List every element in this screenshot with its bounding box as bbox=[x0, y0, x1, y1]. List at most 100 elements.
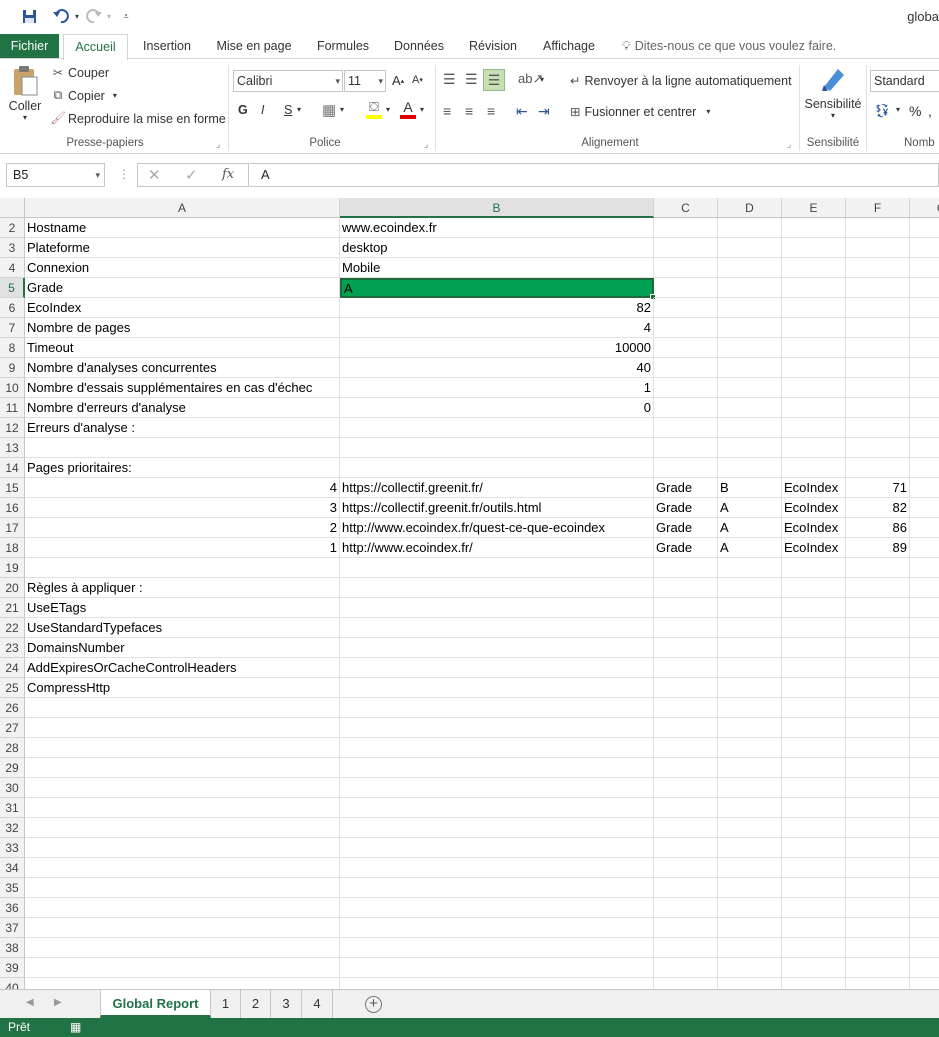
cell-f25[interactable] bbox=[846, 678, 910, 698]
row-header[interactable]: 29 bbox=[0, 758, 25, 778]
cell-e38[interactable] bbox=[782, 938, 846, 958]
cell-e5[interactable] bbox=[782, 278, 846, 298]
cell-e23[interactable] bbox=[782, 638, 846, 658]
cell-c18[interactable]: Grade bbox=[654, 538, 718, 558]
align-top-icon[interactable]: ☰ bbox=[443, 71, 456, 88]
cell-b11[interactable]: 0 bbox=[340, 398, 654, 418]
cell-g7[interactable] bbox=[910, 318, 939, 338]
row-header[interactable]: 39 bbox=[0, 958, 25, 978]
cell-g23[interactable] bbox=[910, 638, 939, 658]
cell-a12[interactable]: Erreurs d'analyse : bbox=[25, 418, 340, 438]
font-size-combo[interactable]: 11 ▾ bbox=[344, 70, 386, 92]
sheet-prev-icon[interactable]: ◀ bbox=[26, 997, 34, 1008]
cell-g10[interactable] bbox=[910, 378, 939, 398]
cell-c36[interactable] bbox=[654, 898, 718, 918]
cell-a25[interactable]: CompressHttp bbox=[25, 678, 340, 698]
cell-e22[interactable] bbox=[782, 618, 846, 638]
cell-f11[interactable] bbox=[846, 398, 910, 418]
cell-d36[interactable] bbox=[718, 898, 782, 918]
cell-a22[interactable]: UseStandardTypefaces bbox=[25, 618, 340, 638]
cell-g16[interactable] bbox=[910, 498, 939, 518]
cell-b33[interactable] bbox=[340, 838, 654, 858]
cell-b27[interactable] bbox=[340, 718, 654, 738]
tab-view[interactable]: Affichage bbox=[536, 34, 602, 59]
cell-a39[interactable] bbox=[25, 958, 340, 978]
cell-d18[interactable]: A bbox=[718, 538, 782, 558]
cell-b19[interactable] bbox=[340, 558, 654, 578]
cell-d6[interactable] bbox=[718, 298, 782, 318]
wrap-text-button[interactable]: ↵ Renvoyer à la ligne automatiquement bbox=[570, 73, 792, 89]
cell-f34[interactable] bbox=[846, 858, 910, 878]
underline-button[interactable]: S bbox=[284, 103, 292, 117]
undo-dropdown-icon[interactable]: ▾ bbox=[72, 5, 82, 27]
fill-color-button[interactable]: ⛋ bbox=[366, 99, 382, 119]
cell-a13[interactable] bbox=[25, 438, 340, 458]
row-header[interactable]: 20 bbox=[0, 578, 25, 598]
cell-e4[interactable] bbox=[782, 258, 846, 278]
format-painter-button[interactable]: 🖌︎ Reproduire la mise en forme bbox=[50, 111, 226, 126]
font-launcher-icon[interactable]: ⌟ bbox=[424, 139, 428, 150]
cell-b29[interactable] bbox=[340, 758, 654, 778]
row-header[interactable]: 30 bbox=[0, 778, 25, 798]
cell-c24[interactable] bbox=[654, 658, 718, 678]
column-header-b[interactable]: B bbox=[340, 198, 654, 218]
customize-qat-icon[interactable]: ⩡ bbox=[120, 5, 132, 27]
number-format-combo[interactable]: Standard bbox=[870, 70, 939, 92]
cell-b20[interactable] bbox=[340, 578, 654, 598]
cell-a2[interactable]: Hostname bbox=[25, 218, 340, 238]
cut-button[interactable]: ✂ Couper bbox=[50, 65, 109, 81]
cell-a20[interactable]: Règles à appliquer : bbox=[25, 578, 340, 598]
cell-a34[interactable] bbox=[25, 858, 340, 878]
save-icon[interactable] bbox=[18, 5, 40, 27]
cell-g14[interactable] bbox=[910, 458, 939, 478]
cell-g31[interactable] bbox=[910, 798, 939, 818]
cell-b32[interactable] bbox=[340, 818, 654, 838]
cell-c33[interactable] bbox=[654, 838, 718, 858]
fill-dropdown-icon[interactable]: ▾ bbox=[386, 105, 390, 114]
cell-e12[interactable] bbox=[782, 418, 846, 438]
row-header[interactable]: 22 bbox=[0, 618, 25, 638]
cell-e6[interactable] bbox=[782, 298, 846, 318]
currency-icon[interactable]: 💱︎ bbox=[874, 103, 891, 119]
cell-f18[interactable]: 89 bbox=[846, 538, 910, 558]
row-header[interactable]: 24 bbox=[0, 658, 25, 678]
row-header[interactable]: 2 bbox=[0, 218, 25, 238]
cell-b5[interactable]: A bbox=[340, 278, 656, 300]
cell-d33[interactable] bbox=[718, 838, 782, 858]
cell-f22[interactable] bbox=[846, 618, 910, 638]
cell-g29[interactable] bbox=[910, 758, 939, 778]
cell-e9[interactable] bbox=[782, 358, 846, 378]
cell-b10[interactable]: 1 bbox=[340, 378, 654, 398]
copy-button[interactable]: ⧉ Copier ▾ bbox=[50, 88, 117, 103]
cell-g22[interactable] bbox=[910, 618, 939, 638]
grow-font-icon[interactable]: A ▴ bbox=[392, 73, 404, 88]
cell-c13[interactable] bbox=[654, 438, 718, 458]
column-header-f[interactable]: F bbox=[846, 198, 910, 218]
column-header-d[interactable]: D bbox=[718, 198, 782, 218]
cell-a32[interactable] bbox=[25, 818, 340, 838]
row-header[interactable]: 36 bbox=[0, 898, 25, 918]
row-header[interactable]: 8 bbox=[0, 338, 25, 358]
row-header[interactable]: 33 bbox=[0, 838, 25, 858]
cell-a18[interactable]: 1 bbox=[25, 538, 340, 558]
tab-data[interactable]: Données bbox=[388, 34, 450, 59]
currency-dropdown-icon[interactable]: ▾ bbox=[896, 105, 900, 114]
cell-a31[interactable] bbox=[25, 798, 340, 818]
font-name-combo[interactable]: Calibri ▾ bbox=[233, 70, 343, 92]
cell-c7[interactable] bbox=[654, 318, 718, 338]
cell-c9[interactable] bbox=[654, 358, 718, 378]
cell-d8[interactable] bbox=[718, 338, 782, 358]
tab-file[interactable]: Fichier bbox=[0, 34, 59, 59]
cell-g15[interactable] bbox=[910, 478, 939, 498]
cell-e28[interactable] bbox=[782, 738, 846, 758]
cell-e13[interactable] bbox=[782, 438, 846, 458]
cell-e39[interactable] bbox=[782, 958, 846, 978]
cell-d27[interactable] bbox=[718, 718, 782, 738]
row-header[interactable]: 26 bbox=[0, 698, 25, 718]
cell-g3[interactable] bbox=[910, 238, 939, 258]
cell-e8[interactable] bbox=[782, 338, 846, 358]
row-header[interactable]: 12 bbox=[0, 418, 25, 438]
cell-c23[interactable] bbox=[654, 638, 718, 658]
increase-indent-icon[interactable]: ⇥ bbox=[538, 103, 550, 120]
cell-a23[interactable]: DomainsNumber bbox=[25, 638, 340, 658]
